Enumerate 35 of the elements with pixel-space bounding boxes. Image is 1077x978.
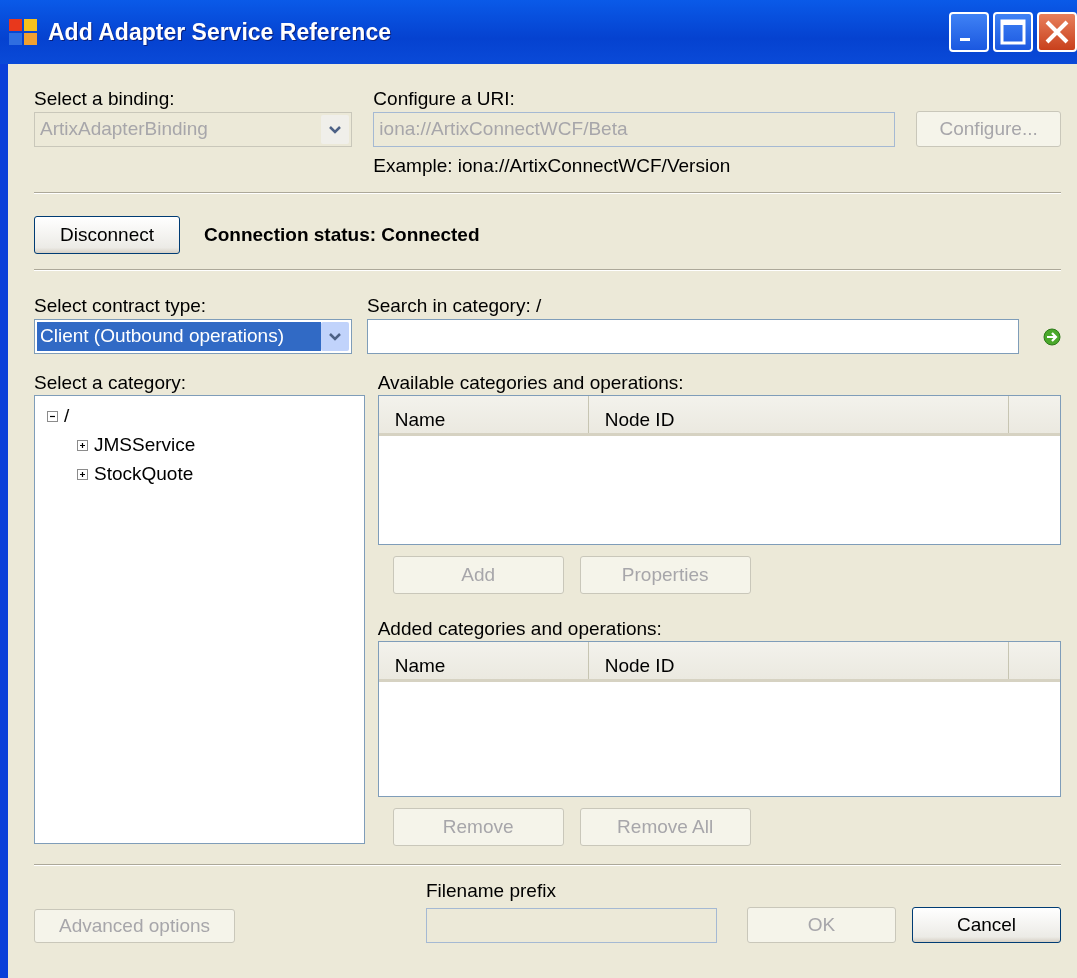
caret-icon bbox=[329, 124, 341, 135]
close-button[interactable] bbox=[1037, 12, 1077, 52]
field-label: Added categories and operations: bbox=[377, 618, 663, 640]
maximize-icon bbox=[1000, 19, 1026, 45]
collapse-icon[interactable] bbox=[47, 411, 58, 422]
minimize-button[interactable] bbox=[949, 12, 989, 52]
minimize-icon bbox=[960, 37, 970, 41]
close-icon bbox=[1044, 19, 1070, 45]
disconnect-button[interactable]: Disconnect bbox=[34, 216, 180, 254]
field-label: Search in category: / bbox=[367, 295, 543, 317]
column-header[interactable]: Node ID bbox=[588, 642, 1009, 679]
field-label: Select a category: bbox=[34, 372, 188, 394]
go-icon[interactable] bbox=[1043, 327, 1061, 346]
field-label: Available categories and operations: bbox=[377, 372, 685, 394]
contract-type-dropdown[interactable]: Client (Outbound operations) bbox=[34, 319, 352, 354]
tree-item[interactable]: StockQuote bbox=[94, 460, 194, 489]
window-title: Add Adapter Service Reference bbox=[48, 17, 392, 47]
maximize-button[interactable] bbox=[993, 12, 1033, 52]
field-label: Configure a URI: bbox=[373, 88, 516, 110]
field-label: Select a binding: bbox=[34, 88, 176, 110]
tree-item[interactable]: / bbox=[64, 402, 70, 431]
expand-icon[interactable] bbox=[77, 469, 88, 480]
field-label: Select contract type: bbox=[34, 295, 208, 317]
column-header[interactable]: Name bbox=[378, 396, 589, 433]
example-text: Example: iona://ArtixConnectWCF/Version bbox=[373, 155, 732, 177]
cancel-button[interactable]: Cancel bbox=[912, 907, 1061, 943]
column-header[interactable]: Name bbox=[378, 642, 589, 679]
field-label: Filename prefix bbox=[426, 880, 557, 902]
expand-icon[interactable] bbox=[77, 440, 88, 451]
column-header[interactable]: Node ID bbox=[588, 396, 1009, 433]
tree-item[interactable]: JMSService bbox=[94, 431, 196, 460]
connection-status: Connection status: Connected bbox=[204, 224, 480, 246]
app-icon bbox=[8, 18, 38, 46]
caret-icon bbox=[329, 331, 341, 342]
search-field[interactable] bbox=[367, 319, 1019, 354]
